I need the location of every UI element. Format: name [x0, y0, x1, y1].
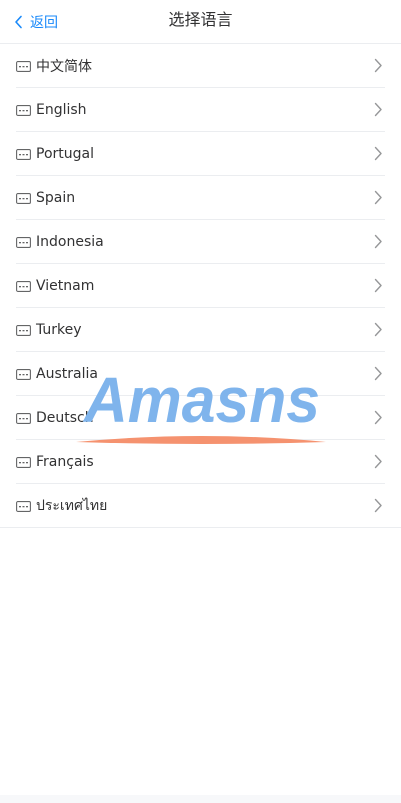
language-item[interactable]: Deutsch	[0, 396, 401, 440]
language-item[interactable]: ประเทศไทย	[0, 484, 401, 528]
language-label: Spain	[36, 190, 76, 206]
language-list: 中文简体 English Portugal Spain Indonesia Vietnam…	[0, 44, 401, 528]
language-item[interactable]: Indonesia	[0, 220, 401, 264]
chevron-right-icon	[374, 322, 383, 337]
language-label: Indonesia	[36, 234, 104, 250]
keyboard-icon	[16, 192, 31, 204]
chevron-right-icon	[374, 234, 383, 249]
bottom-strip	[0, 795, 401, 803]
language-label: English	[36, 102, 87, 118]
chevron-right-icon	[374, 102, 383, 117]
keyboard-icon	[16, 60, 31, 72]
keyboard-icon	[16, 236, 31, 248]
chevron-right-icon	[374, 190, 383, 205]
language-item[interactable]: Portugal	[0, 132, 401, 176]
chevron-right-icon	[374, 366, 383, 381]
keyboard-icon	[16, 500, 31, 512]
keyboard-icon	[16, 368, 31, 380]
language-item[interactable]: Français	[0, 440, 401, 484]
keyboard-icon	[16, 280, 31, 292]
language-label: Australia	[36, 366, 98, 382]
keyboard-icon	[16, 104, 31, 116]
chevron-right-icon	[374, 146, 383, 161]
chevron-right-icon	[374, 498, 383, 513]
language-label: Portugal	[36, 146, 94, 162]
language-item[interactable]: Turkey	[0, 308, 401, 352]
keyboard-icon	[16, 456, 31, 468]
language-item[interactable]: 中文简体	[0, 44, 401, 88]
language-item[interactable]: Vietnam	[0, 264, 401, 308]
keyboard-icon	[16, 148, 31, 160]
page-title: 选择语言	[168, 10, 233, 29]
chevron-right-icon	[374, 454, 383, 469]
language-label: Français	[36, 454, 94, 470]
chevron-right-icon	[374, 278, 383, 293]
nav-bar: 返回 选择语言	[0, 0, 401, 44]
chevron-right-icon	[374, 58, 383, 73]
language-select-page: 返回 选择语言 中文简体 English Portugal Spain Indonesi…	[0, 0, 401, 795]
language-label: ประเทศไทย	[36, 498, 108, 514]
language-label: Turkey	[36, 322, 82, 338]
language-label: Deutsch	[36, 410, 94, 426]
chevron-right-icon	[374, 410, 383, 425]
language-label: 中文简体	[36, 59, 92, 75]
language-item[interactable]: Australia	[0, 352, 401, 396]
language-label: Vietnam	[36, 278, 95, 294]
language-item[interactable]: Spain	[0, 176, 401, 220]
keyboard-icon	[16, 412, 31, 424]
language-item[interactable]: English	[0, 88, 401, 132]
keyboard-icon	[16, 324, 31, 336]
